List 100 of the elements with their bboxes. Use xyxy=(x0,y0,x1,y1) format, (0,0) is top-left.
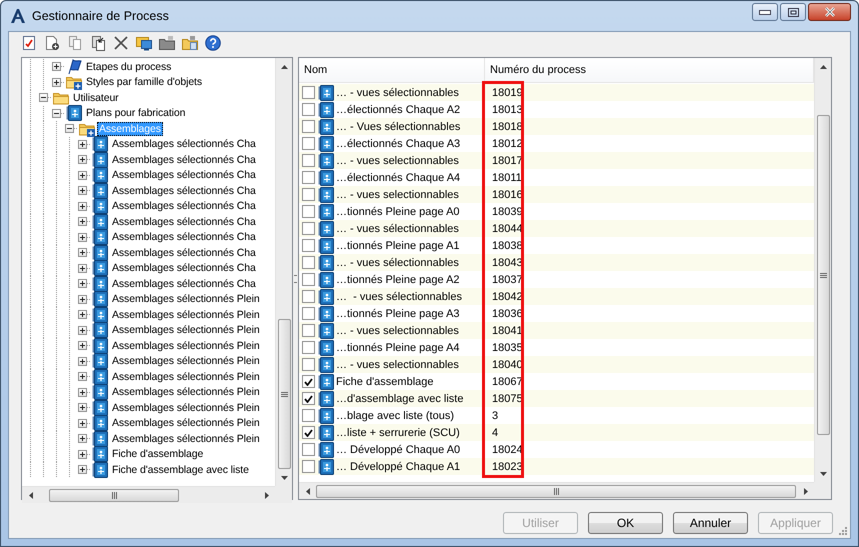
expand-icon[interactable] xyxy=(78,217,87,226)
checkbox[interactable] xyxy=(302,443,315,456)
checkbox[interactable] xyxy=(302,103,315,116)
tree-item[interactable]: Etapes du process xyxy=(84,60,174,74)
list-row[interactable]: … - vues selectionnables 18017 xyxy=(299,152,814,169)
expand-icon[interactable] xyxy=(52,78,61,87)
collapse-icon[interactable] xyxy=(52,108,61,118)
expand-icon[interactable] xyxy=(78,248,87,258)
expand-icon[interactable] xyxy=(78,434,87,444)
tree-item[interactable]: Assemblages sélectionnés Plein xyxy=(110,354,262,368)
checkbox[interactable] xyxy=(302,273,315,286)
new-document-icon[interactable] xyxy=(44,35,60,51)
checkbox[interactable] xyxy=(302,171,315,184)
expand-icon[interactable] xyxy=(78,232,87,242)
expand-icon[interactable] xyxy=(78,279,87,288)
paste-icon[interactable] xyxy=(90,35,106,51)
checkbox[interactable] xyxy=(302,86,315,99)
checkbox[interactable] xyxy=(302,188,315,201)
tree-item[interactable]: Assemblages sélectionnés Cha xyxy=(110,199,258,214)
column-header[interactable]: Nom xyxy=(299,58,485,82)
scrollbar-thumb[interactable] xyxy=(278,319,290,469)
checkbox[interactable] xyxy=(302,154,315,167)
tree-item[interactable]: Assemblages sélectionnés Cha xyxy=(110,152,258,167)
tree-item[interactable]: Assemblages sélectionnés Plein xyxy=(110,400,262,415)
dialog-button[interactable]: OK xyxy=(588,512,663,534)
resize-grip-icon[interactable] xyxy=(838,526,848,536)
checkbox[interactable] xyxy=(302,409,315,422)
expand-icon[interactable] xyxy=(78,202,87,211)
expand-icon[interactable] xyxy=(78,170,87,180)
expand-icon[interactable] xyxy=(78,326,87,335)
expand-icon[interactable] xyxy=(78,310,87,320)
checkbox[interactable] xyxy=(302,137,315,150)
checkbox[interactable] xyxy=(302,205,315,218)
checkbox[interactable] xyxy=(302,460,315,473)
checkbox[interactable] xyxy=(302,426,315,439)
minimize-button[interactable] xyxy=(752,3,778,21)
expand-icon[interactable] xyxy=(78,294,87,304)
expand-icon[interactable] xyxy=(78,372,87,382)
checkbox[interactable] xyxy=(302,375,315,388)
tree-item[interactable]: Assemblages sélectionnés Plein xyxy=(110,338,262,353)
checkbox[interactable] xyxy=(302,341,315,354)
list-row[interactable]: … - vues sélectionnables 18044 xyxy=(299,220,814,237)
scrollbar-thumb[interactable] xyxy=(816,115,830,435)
expand-icon[interactable] xyxy=(78,388,87,397)
monitor-icon[interactable] xyxy=(136,35,152,51)
tree-item[interactable]: Assemblages sélectionnés Cha xyxy=(110,246,258,260)
expand-icon[interactable] xyxy=(78,341,87,350)
checkbox[interactable] xyxy=(302,120,315,133)
scrollbar-thumb[interactable] xyxy=(316,484,796,498)
tree-item[interactable]: Fiche d'assemblage avec liste xyxy=(110,462,251,477)
tree-item[interactable]: Assemblages sélectionnés Cha xyxy=(110,137,258,152)
expand-icon[interactable] xyxy=(78,403,87,412)
column-header[interactable]: Numéro du process xyxy=(485,58,814,82)
tree-item[interactable]: Fiche d'assemblage xyxy=(110,447,206,462)
checkbox[interactable] xyxy=(302,307,315,320)
expand-icon[interactable] xyxy=(78,155,87,164)
tree-item[interactable]: Assemblages sélectionnés Cha xyxy=(110,230,258,244)
checkbox[interactable] xyxy=(302,324,315,337)
delete-icon[interactable] xyxy=(113,35,129,51)
tree-item[interactable]: Assemblages sélectionnés Cha xyxy=(110,261,258,276)
tree-item[interactable]: Assemblages sélectionnés Plein xyxy=(110,308,262,322)
collapse-icon[interactable] xyxy=(39,93,48,102)
checkbox[interactable] xyxy=(302,358,315,371)
expand-icon[interactable] xyxy=(78,264,87,273)
expand-icon[interactable] xyxy=(78,450,87,459)
checkbox[interactable] xyxy=(302,256,315,269)
list-row[interactable]: …liste + serrurerie (SCU) 4 xyxy=(299,424,814,441)
expand-icon[interactable] xyxy=(78,418,87,428)
tree-item[interactable]: Utilisateur xyxy=(71,90,121,105)
expand-icon[interactable] xyxy=(78,186,87,196)
checkbox[interactable] xyxy=(302,239,315,252)
help-icon[interactable] xyxy=(205,35,221,51)
dialog-button[interactable]: Annuler xyxy=(673,512,748,534)
checkbox[interactable] xyxy=(302,222,315,235)
expand-icon[interactable] xyxy=(52,62,61,72)
folder-icon[interactable] xyxy=(159,35,175,51)
tree-item[interactable]: Styles par famille d'objets xyxy=(84,75,204,90)
tree-item[interactable]: Assemblages sélectionnés Plein xyxy=(110,323,262,338)
copy-icon[interactable] xyxy=(67,35,83,51)
tree-item[interactable]: Assemblages sélectionnés Plein xyxy=(110,370,262,384)
expand-icon[interactable] xyxy=(78,140,87,149)
tree-item[interactable]: Assemblages sélectionnés Cha xyxy=(110,276,258,291)
checklist-icon[interactable] xyxy=(21,35,37,51)
tree-item[interactable]: Assemblages sélectionnés Plein xyxy=(110,385,262,400)
scrollbar-thumb[interactable] xyxy=(49,488,179,502)
tree-item[interactable]: Assemblages sélectionnés Plein xyxy=(110,416,262,430)
checkbox[interactable] xyxy=(302,290,315,303)
expand-icon[interactable] xyxy=(78,465,87,474)
checkbox[interactable] xyxy=(302,392,315,405)
tree-item[interactable]: Assemblages sélectionnés Plein xyxy=(110,292,262,306)
folder-document-icon[interactable] xyxy=(182,35,198,51)
tree-item[interactable]: Assemblages sélectionnés Plein xyxy=(110,432,262,446)
collapse-icon[interactable] xyxy=(65,124,74,134)
tree-item[interactable]: Assemblages sélectionnés Cha xyxy=(110,184,258,198)
expand-icon[interactable] xyxy=(78,356,87,366)
tree-item[interactable]: Assemblages sélectionnés Cha xyxy=(110,214,258,229)
list-row[interactable]: … - vues sélectionnables 18042 xyxy=(299,288,814,305)
maximize-button[interactable] xyxy=(780,3,806,21)
tree-item[interactable]: Plans pour fabrication xyxy=(84,106,188,120)
close-button[interactable] xyxy=(808,3,851,21)
